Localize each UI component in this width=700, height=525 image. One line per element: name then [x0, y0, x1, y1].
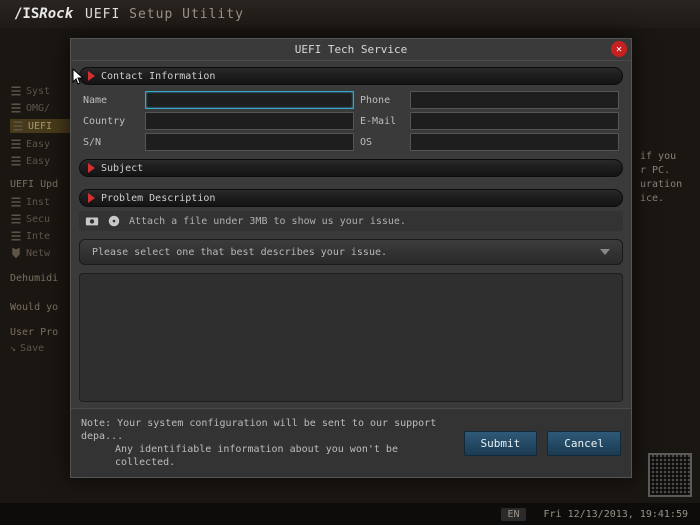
arrow-icon — [88, 163, 95, 173]
qr-code — [648, 453, 692, 497]
attach-hint: Attach a file under 3MB to show us your … — [129, 216, 406, 227]
contact-info-header: Contact Information — [79, 67, 623, 85]
footer-note: Note: Your system configuration will be … — [81, 417, 454, 469]
close-button[interactable]: ✕ — [611, 41, 627, 57]
tech-service-modal: UEFI Tech Service ✕ Contact Information … — [70, 38, 632, 478]
language-indicator[interactable]: EN — [501, 508, 525, 521]
chevron-down-icon — [600, 249, 610, 255]
brand-logo: /ISRock — [14, 6, 73, 22]
country-label: Country — [83, 112, 139, 130]
modal-title-bar: UEFI Tech Service ✕ — [71, 39, 631, 61]
datetime: Fri 12/13/2013, 19:41:59 — [544, 509, 689, 520]
problem-desc-header: Problem Description — [79, 189, 623, 207]
arrow-icon — [88, 193, 95, 203]
os-input[interactable] — [410, 133, 619, 151]
sn-input[interactable] — [145, 133, 354, 151]
attach-row: Attach a file under 3MB to show us your … — [79, 211, 623, 231]
subject-header: Subject — [79, 159, 623, 177]
background-sidebar: Syst OMG/ UEFI Easy Easy UEFI Upd Inst S… — [10, 80, 70, 359]
background-right-help: if you r PC. uration ice. — [640, 150, 690, 206]
cancel-button[interactable]: Cancel — [547, 431, 621, 456]
phone-label: Phone — [360, 91, 404, 109]
sn-label: S/N — [83, 133, 139, 151]
disk-icon[interactable] — [107, 214, 121, 228]
email-label: E-Mail — [360, 112, 404, 130]
os-label: OS — [360, 133, 404, 151]
dropdown-placeholder: Please select one that best describes yo… — [92, 247, 387, 258]
status-bar: EN Fri 12/13/2013, 19:41:59 — [0, 503, 700, 525]
header-text: UEFI Setup Utility — [85, 7, 244, 22]
close-icon: ✕ — [616, 44, 622, 55]
issue-dropdown[interactable]: Please select one that best describes yo… — [79, 239, 623, 265]
country-input[interactable] — [145, 112, 354, 130]
name-input[interactable] — [145, 91, 354, 109]
phone-input[interactable] — [410, 91, 619, 109]
email-input[interactable] — [410, 112, 619, 130]
arrow-icon — [88, 71, 95, 81]
name-label: Name — [83, 91, 139, 109]
title-bar: /ISRock UEFI Setup Utility — [0, 0, 700, 28]
description-textarea[interactable] — [79, 273, 623, 402]
modal-title: UEFI Tech Service — [295, 43, 408, 56]
submit-button[interactable]: Submit — [464, 431, 538, 456]
camera-icon[interactable] — [85, 214, 99, 228]
modal-footer: Note: Your system configuration will be … — [71, 408, 631, 477]
